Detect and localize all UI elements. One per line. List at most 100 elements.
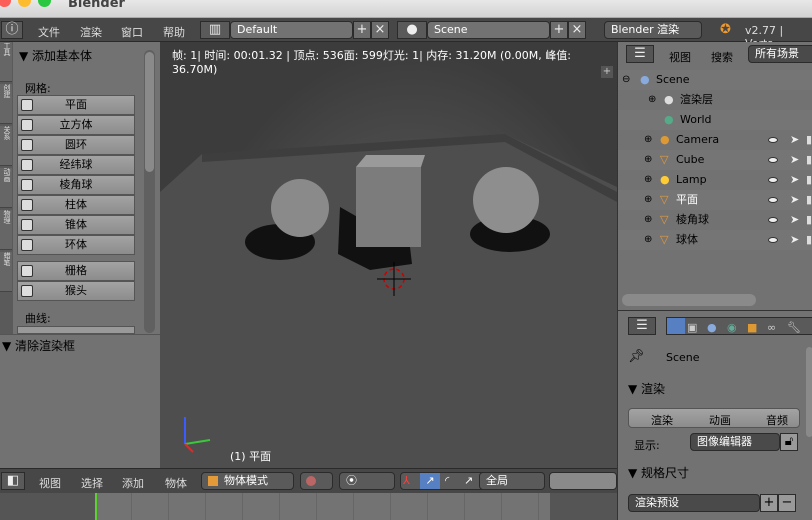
outliner-item[interactable]: ⊖ ● Scene	[618, 70, 812, 90]
world-tab-icon[interactable]: ◉	[727, 321, 737, 334]
outliner-item[interactable]: ⊕ ▽ 棱角球 ➤ ▮	[618, 210, 812, 230]
expand-icon[interactable]: ⊕	[644, 190, 652, 210]
menu-render[interactable]: 渲染	[80, 24, 102, 40]
current-frame-cursor[interactable]	[95, 493, 97, 520]
animation-button[interactable]: 动画	[709, 412, 731, 428]
selectable-cursor-icon[interactable]: ➤	[790, 210, 799, 230]
modifiers-tab-icon[interactable]: 🔧︎	[787, 321, 801, 334]
add-monkey-button[interactable]: 猴头	[17, 281, 135, 301]
properties-scrollbar[interactable]	[806, 347, 812, 437]
menu-window[interactable]: 窗口	[121, 24, 143, 40]
3d-view-editor-type-icon[interactable]: ◧	[1, 472, 25, 490]
info-editor-type-icon[interactable]: ⓘ	[1, 21, 23, 39]
outliner-menu-view[interactable]: 视图	[669, 49, 691, 65]
outliner-editor-type-icon[interactable]: ☰	[626, 45, 654, 63]
visibility-eye-icon[interactable]	[768, 157, 778, 163]
render-layers-tab-icon[interactable]: ▣	[687, 321, 697, 334]
tab-tools[interactable]: 工具	[0, 42, 12, 82]
tab-relations[interactable]: 关系	[0, 126, 12, 166]
3d-viewport[interactable]: 帧: 1| 时间: 00:01.32 | 顶点: 536面: 599灯光: 1|…	[160, 42, 617, 468]
add-grid-button[interactable]: 栅格	[17, 261, 135, 281]
pivot-point-select[interactable]: ⦿	[339, 472, 395, 490]
outliner-item[interactable]: ⊕ ● Camera ➤ ▮	[618, 130, 812, 150]
clear-render-border-panel-header[interactable]: ▼ 清除渲染框	[2, 337, 75, 354]
lock-icon[interactable]: 🔓︎	[780, 433, 798, 451]
outliner-item[interactable]: ⊕ ▽ 球体 ➤ ▮	[618, 230, 812, 250]
menu-help[interactable]: 帮助	[163, 24, 185, 40]
render-camera-icon[interactable]: ▮	[806, 130, 812, 150]
add-layout-button[interactable]: +	[353, 21, 371, 39]
tab-grease-pencil[interactable]: 蜡笔	[0, 252, 12, 292]
render-camera-icon[interactable]: ▮	[806, 170, 812, 190]
manipulator-toggle-icon[interactable]: ⅄	[403, 473, 410, 489]
outliner-item[interactable]: ⊕ ▽ Cube ➤ ▮	[618, 150, 812, 170]
add-cube-button[interactable]: 立方体	[17, 115, 135, 135]
collapse-icon[interactable]: ⊖	[622, 70, 630, 90]
pin-icon[interactable]: 📌︎	[628, 349, 645, 364]
add-circle-button[interactable]: 圆环	[17, 135, 135, 155]
menu-add[interactable]: 添加	[122, 475, 144, 491]
expand-icon[interactable]: ⊕	[644, 130, 652, 150]
selectable-cursor-icon[interactable]: ➤	[790, 130, 799, 150]
add-primitive-panel-header[interactable]: ▼ 添加基本体	[19, 47, 92, 64]
dimensions-panel-header[interactable]: ▼ 规格尺寸	[628, 464, 689, 481]
outliner-scrollbar[interactable]	[622, 294, 756, 306]
add-cylinder-button[interactable]: 柱体	[17, 195, 135, 215]
add-uv-sphere-button[interactable]: 经纬球	[17, 155, 135, 175]
remove-layout-button[interactable]: ×	[371, 21, 389, 39]
scene-icon[interactable]: ●	[397, 21, 427, 39]
audio-button[interactable]: 音频	[766, 412, 788, 428]
remove-scene-button[interactable]: ×	[568, 21, 586, 39]
render-engine-select[interactable]: Blender 渲染	[604, 21, 702, 39]
expand-icon[interactable]: ⊕	[644, 170, 652, 190]
display-select[interactable]: 图像编辑器	[690, 433, 780, 451]
expand-icon[interactable]: ⊕	[644, 230, 652, 250]
menu-select[interactable]: 选择	[81, 475, 103, 491]
constraints-tab-icon[interactable]: ∞	[767, 321, 776, 334]
visibility-eye-icon[interactable]	[768, 217, 778, 223]
render-tab-icon[interactable]	[667, 318, 685, 334]
outliner-filter-select[interactable]: 所有场景	[748, 45, 812, 63]
add-scene-button[interactable]: +	[550, 21, 568, 39]
visibility-eye-icon[interactable]	[768, 177, 778, 183]
minimize-button[interactable]	[18, 0, 31, 7]
properties-editor-type-icon[interactable]: ☰	[628, 317, 656, 335]
layers-grid[interactable]	[549, 472, 617, 490]
outliner-item[interactable]: ⊕ ● Lamp ➤ ▮	[618, 170, 812, 190]
tab-create[interactable]: 创建	[0, 84, 12, 124]
properties-toggle-button[interactable]: +	[601, 66, 613, 78]
transform-orientation-select[interactable]: 全局	[479, 472, 545, 490]
scene-field[interactable]: Scene	[427, 21, 550, 39]
translate-icon[interactable]: ↗	[420, 473, 440, 489]
visibility-eye-icon[interactable]	[768, 197, 778, 203]
render-preset-select[interactable]: 渲染预设	[628, 494, 760, 512]
outliner-item[interactable]: ⊕ ▽ 平面 ➤ ▮	[618, 190, 812, 210]
maximize-button[interactable]	[38, 0, 51, 7]
scale-icon[interactable]: ↗	[464, 473, 473, 489]
add-torus-button[interactable]: 环体	[17, 235, 135, 255]
selectable-cursor-icon[interactable]: ➤	[790, 170, 799, 190]
screen-layout-icon[interactable]: ▥	[200, 21, 230, 39]
render-camera-icon[interactable]: ▮	[806, 150, 812, 170]
add-preset-button[interactable]: +	[760, 494, 778, 512]
expand-icon[interactable]: ⊕	[644, 150, 652, 170]
add-ico-sphere-button[interactable]: 棱角球	[17, 175, 135, 195]
close-button[interactable]	[0, 0, 11, 7]
remove-preset-button[interactable]: −	[778, 494, 796, 512]
menu-object[interactable]: 物体	[165, 475, 187, 491]
add-cone-button[interactable]: 锥体	[17, 215, 135, 235]
menu-file[interactable]: 文件	[38, 24, 60, 40]
menu-view[interactable]: 视图	[39, 475, 61, 491]
outliner-item[interactable]: ⊕ ● 渲染层	[618, 90, 812, 110]
outliner-item[interactable]: ● World	[618, 110, 812, 130]
selectable-cursor-icon[interactable]: ➤	[790, 230, 799, 250]
visibility-eye-icon[interactable]	[768, 137, 778, 143]
expand-icon[interactable]: ⊕	[648, 90, 656, 110]
expand-icon[interactable]: ⊕	[644, 210, 652, 230]
render-panel-header[interactable]: ▼ 渲染	[628, 380, 665, 397]
visibility-eye-icon[interactable]	[768, 237, 778, 243]
rotate-icon[interactable]: ◜	[445, 473, 449, 489]
viewport-shading-select[interactable]	[300, 472, 333, 490]
render-camera-icon[interactable]: ▮	[806, 230, 812, 250]
tool-shelf-scrollbar[interactable]	[144, 50, 155, 333]
